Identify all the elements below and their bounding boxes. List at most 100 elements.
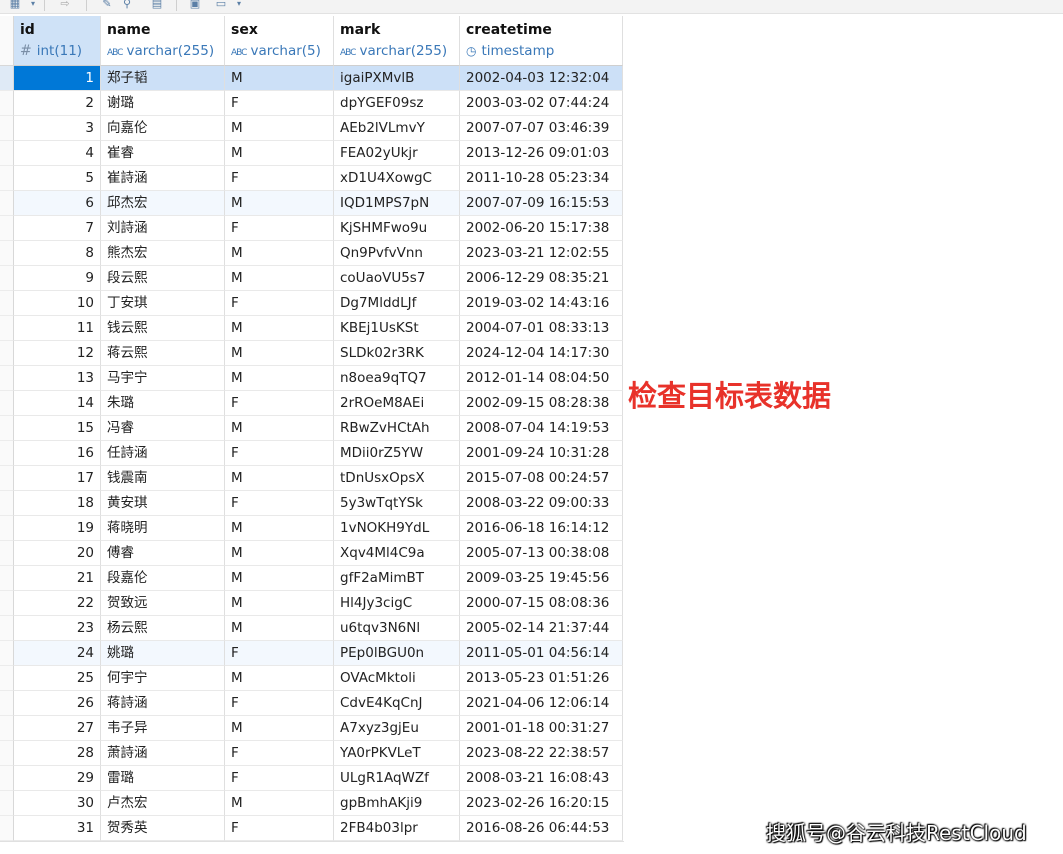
row-header[interactable] <box>0 291 14 316</box>
cell-createtime[interactable]: 2015-07-08 00:24:57 <box>460 466 623 491</box>
cell-mark[interactable]: CdvE4KqCnJ <box>334 691 460 716</box>
table-row[interactable]: 17 钱震南 MtDnUsxOpsX 2015-07-08 00:24:57 <box>0 466 624 491</box>
cell-createtime[interactable]: 2023-08-22 22:38:57 <box>460 741 623 766</box>
cell-id[interactable]: 5 <box>14 166 101 191</box>
cell-mark[interactable]: coUaoVU5s7 <box>334 266 460 291</box>
table-row[interactable]: 6 邱杰宏 M IQD1MPS7pN 2007-07-09 16:15:53 <box>0 191 624 216</box>
cell-name[interactable]: 钱云熙 <box>101 316 225 341</box>
cell-name[interactable]: 韦子异 <box>101 716 225 741</box>
row-header[interactable] <box>0 441 14 466</box>
row-header[interactable] <box>0 266 14 291</box>
row-header[interactable] <box>0 591 14 616</box>
table-row[interactable]: 29 雷璐 F ULgR1AqWZf 2008-03-21 16:08:43 <box>0 766 624 791</box>
cell-id[interactable]: 23 <box>14 616 101 641</box>
image-icon[interactable]: ▭ <box>214 0 228 11</box>
cell-id[interactable]: 27 <box>14 716 101 741</box>
cell-sex[interactable]: F <box>225 291 334 316</box>
cell-sex[interactable]: M <box>225 416 334 441</box>
table-row[interactable]: 8 熊杰宏 M Qn9PvfvVnn 2023-03-21 12:02:55 <box>0 241 624 266</box>
cell-id[interactable]: 11 <box>14 316 101 341</box>
column-header-id[interactable]: id # int(11) <box>14 16 101 66</box>
table-row[interactable]: 3 向嘉伦 M AEb2lVLmvY 2007-07-07 03:46:39 <box>0 116 624 141</box>
cell-createtime[interactable]: 2008-07-04 14:19:53 <box>460 416 623 441</box>
row-header[interactable] <box>0 691 14 716</box>
cell-createtime[interactable]: 2001-01-18 00:31:27 <box>460 716 623 741</box>
column-header-createtime[interactable]: createtime ◷ timestamp <box>460 16 623 66</box>
cell-mark[interactable]: A7xyz3gjEu <box>334 716 460 741</box>
cell-id[interactable]: 24 <box>14 641 101 666</box>
cell-sex[interactable]: M <box>225 666 334 691</box>
chart-icon[interactable]: ▣ <box>188 0 202 11</box>
table-row[interactable]: 2 谢璐 FdpYGEF09sz 2003-03-02 07:44:24 <box>0 91 624 116</box>
cell-createtime[interactable]: 2008-03-22 09:00:33 <box>460 491 623 516</box>
cell-mark[interactable]: KBEj1UsKSt <box>334 316 460 341</box>
row-header[interactable] <box>0 141 14 166</box>
cell-mark[interactable]: Dg7MlddLJf <box>334 291 460 316</box>
cell-sex[interactable]: M <box>225 191 334 216</box>
cell-id[interactable]: 29 <box>14 766 101 791</box>
cell-createtime[interactable]: 2016-06-18 16:14:12 <box>460 516 623 541</box>
dropdown-icon[interactable]: ▾ <box>232 0 246 11</box>
cell-name[interactable]: 何宇宁 <box>101 666 225 691</box>
cell-id[interactable]: 10 <box>14 291 101 316</box>
cell-createtime[interactable]: 2021-04-06 12:06:14 <box>460 691 623 716</box>
cell-id[interactable]: 22 <box>14 591 101 616</box>
cell-name[interactable]: 谢璐 <box>101 91 225 116</box>
edit-icon[interactable]: ✎ <box>100 0 114 11</box>
cell-createtime[interactable]: 2007-07-07 03:46:39 <box>460 116 623 141</box>
cell-id[interactable]: 30 <box>14 791 101 816</box>
table-row[interactable]: 18 黄安琪 F 5y3wTqtYSk 2008-03-22 09:00:33 <box>0 491 624 516</box>
row-header[interactable] <box>0 516 14 541</box>
cell-id[interactable]: 17 <box>14 466 101 491</box>
cell-sex[interactable]: F <box>225 766 334 791</box>
cell-mark[interactable]: n8oea9qTQ7 <box>334 366 460 391</box>
cell-mark[interactable]: IQD1MPS7pN <box>334 191 460 216</box>
table-row[interactable]: 27 韦子异 M A7xyz3gjEu 2001-01-18 00:31:27 <box>0 716 624 741</box>
cell-mark[interactable]: Xqv4Ml4C9a <box>334 541 460 566</box>
cell-sex[interactable]: F <box>225 641 334 666</box>
table-row[interactable]: 21 段嘉伦 MgfF2aMimBT 2009-03-25 19:45:56 <box>0 566 624 591</box>
cell-id[interactable]: 6 <box>14 191 101 216</box>
cell-sex[interactable]: F <box>225 741 334 766</box>
table-row[interactable]: 5 崔詩涵 FxD1U4XowgC 2011-10-28 05:23:34 <box>0 166 624 191</box>
cell-sex[interactable]: M <box>225 566 334 591</box>
row-header[interactable] <box>0 316 14 341</box>
cell-mark[interactable]: dpYGEF09sz <box>334 91 460 116</box>
table-row[interactable]: 15 冯睿 M RBwZvHCtAh 2008-07-04 14:19:53 <box>0 416 624 441</box>
row-header[interactable] <box>0 816 14 841</box>
row-header[interactable] <box>0 191 14 216</box>
cell-mark[interactable]: 5y3wTqtYSk <box>334 491 460 516</box>
row-header[interactable] <box>0 541 14 566</box>
cell-mark[interactable]: gpBmhAKji9 <box>334 791 460 816</box>
cell-id[interactable]: 2 <box>14 91 101 116</box>
cell-name[interactable]: 刘詩涵 <box>101 216 225 241</box>
cell-createtime[interactable]: 2019-03-02 14:43:16 <box>460 291 623 316</box>
cell-id[interactable]: 14 <box>14 391 101 416</box>
cell-sex[interactable]: F <box>225 91 334 116</box>
cell-createtime[interactable]: 2000-07-15 08:08:36 <box>460 591 623 616</box>
table-row[interactable]: 10 丁安琪 F Dg7MlddLJf 2019-03-02 14:43:16 <box>0 291 624 316</box>
cell-createtime[interactable]: 2013-05-23 01:51:26 <box>460 666 623 691</box>
cell-createtime[interactable]: 2002-04-03 12:32:04 <box>460 66 623 91</box>
cell-mark[interactable]: RBwZvHCtAh <box>334 416 460 441</box>
table-row[interactable]: 22 贺致远 M Hl4Jy3cigC 2000-07-15 08:08:36 <box>0 591 624 616</box>
cell-sex[interactable]: M <box>225 241 334 266</box>
cell-name[interactable]: 熊杰宏 <box>101 241 225 266</box>
row-header[interactable] <box>0 116 14 141</box>
cell-id[interactable]: 1 <box>14 66 101 91</box>
table-row[interactable]: 19 蒋晓明 M 1vNOKH9YdL 2016-06-18 16:14:12 <box>0 516 624 541</box>
cell-name[interactable]: 冯睿 <box>101 416 225 441</box>
cell-sex[interactable]: F <box>225 166 334 191</box>
cell-name[interactable]: 蒋晓明 <box>101 516 225 541</box>
cell-sex[interactable]: M <box>225 466 334 491</box>
table-row[interactable]: 12 蒋云熙 M SLDk02r3RK 2024-12-04 14:17:30 <box>0 341 624 366</box>
cell-createtime[interactable]: 2003-03-02 07:44:24 <box>460 91 623 116</box>
table-icon[interactable]: ▦ <box>8 0 22 11</box>
cell-sex[interactable]: F <box>225 691 334 716</box>
row-header[interactable] <box>0 166 14 191</box>
cell-createtime[interactable]: 2007-07-09 16:15:53 <box>460 191 623 216</box>
cell-createtime[interactable]: 2005-02-14 21:37:44 <box>460 616 623 641</box>
cell-name[interactable]: 杨云熙 <box>101 616 225 641</box>
cell-id[interactable]: 31 <box>14 816 101 841</box>
row-header[interactable] <box>0 241 14 266</box>
